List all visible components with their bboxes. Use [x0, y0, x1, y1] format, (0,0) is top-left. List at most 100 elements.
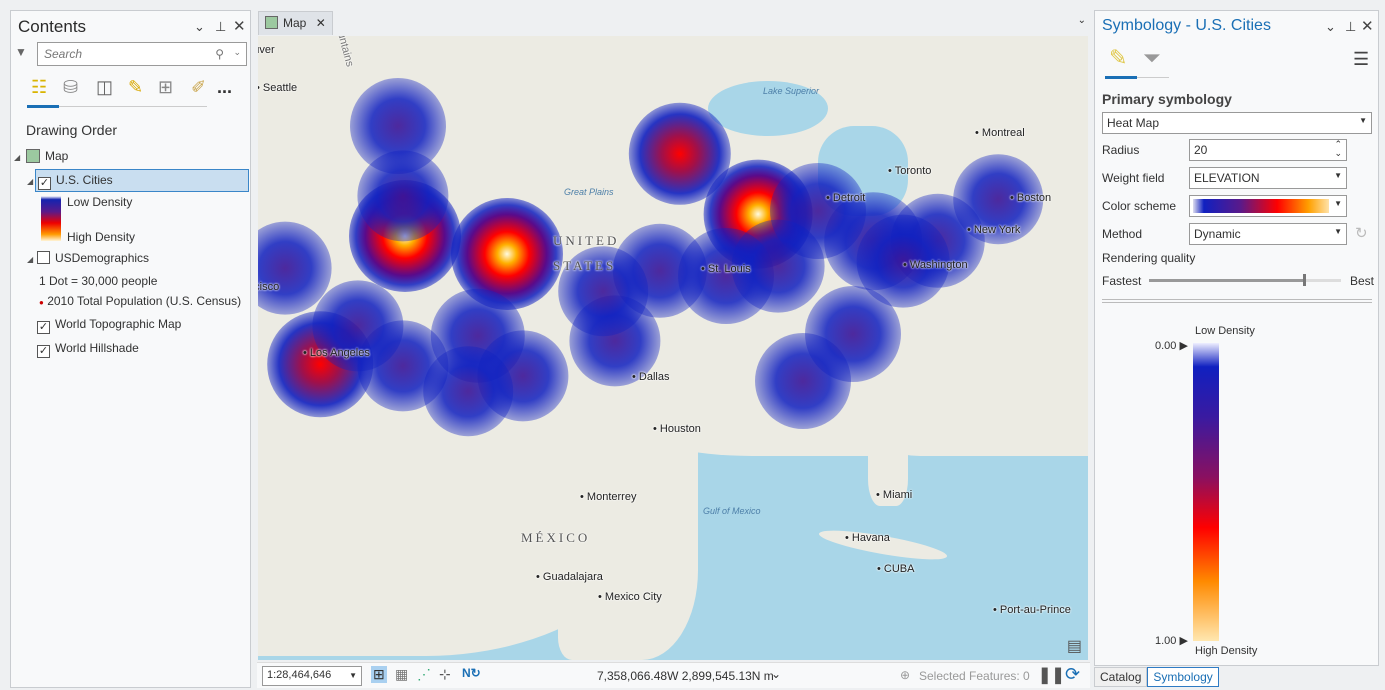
- refresh-icon[interactable]: ⟳: [1065, 664, 1080, 685]
- close-icon[interactable]: ✕: [316, 16, 326, 30]
- map-label-washington: • Washington: [903, 259, 968, 271]
- layer-name: USDemographics: [55, 251, 150, 265]
- search-placeholder: Search: [44, 47, 83, 61]
- legend-high-label: High Density: [1195, 645, 1258, 657]
- radius-input[interactable]: 20 ⌃ ⌄: [1189, 139, 1347, 161]
- menu-icon[interactable]: ☰: [1353, 49, 1369, 70]
- map-label-vancouver: • Vancouver: [258, 44, 275, 56]
- checkbox[interactable]: [37, 251, 50, 264]
- map-label-lake-superior: Lake Superior: [763, 86, 820, 96]
- layer-world-topographic[interactable]: ✓ World Topographic Map: [37, 317, 181, 334]
- drawing-order-icon[interactable]: ☷: [31, 77, 47, 98]
- symbology-type-select[interactable]: Heat Map ▼: [1102, 112, 1372, 134]
- refresh-icon[interactable]: ↻: [1355, 224, 1368, 242]
- filter-icon[interactable]: ⏷: [1143, 45, 1161, 71]
- map-label-miami: • Miami: [876, 489, 913, 501]
- map-label-san-francisco: • San Francisco: [258, 281, 280, 293]
- splitter[interactable]: [1102, 299, 1372, 303]
- pin-icon[interactable]: ⊥: [1345, 19, 1356, 35]
- chevron-down-icon: ▼: [1334, 171, 1342, 180]
- basemap-icon[interactable]: ▤: [1067, 636, 1082, 656]
- chevron-down-icon[interactable]: ⌄: [1078, 15, 1086, 26]
- tab-catalog[interactable]: Catalog: [1094, 667, 1148, 687]
- divider: [1137, 77, 1169, 78]
- dot-density-note: 1 Dot = 30,000 people: [39, 274, 158, 288]
- map-icon: [265, 16, 278, 29]
- map-node-label: Map: [45, 149, 69, 163]
- layer-us-cities[interactable]: ✓ U.S. Cities: [35, 169, 249, 192]
- method-label: Method: [1102, 227, 1143, 241]
- quality-slider-thumb[interactable]: [1302, 274, 1306, 286]
- expand-icon[interactable]: ◢: [27, 255, 33, 264]
- checkbox[interactable]: ✓: [37, 321, 50, 334]
- weight-field-select[interactable]: ELEVATION ▼: [1189, 167, 1347, 189]
- map-status-bar: 1:28,464,646 ▼ ⊞ ▦ ⋰ ⊹ N↻ 7,358,066.48W 2…: [257, 662, 1090, 688]
- grid-icon[interactable]: ▦: [395, 666, 408, 683]
- tick-low: 0.00 ▶: [1155, 340, 1188, 352]
- legend-item-label: 2010 Total Population (U.S. Census): [47, 294, 242, 308]
- tab-map[interactable]: Map ✕: [258, 11, 333, 35]
- pencil-icon[interactable]: ✎: [128, 77, 143, 98]
- scale-value: 1:28,464,646: [267, 669, 332, 681]
- add-grid-icon[interactable]: ⊞: [158, 77, 173, 98]
- map-label-houston: • Houston: [653, 423, 701, 435]
- contents-title: Contents: [18, 17, 87, 36]
- chevron-down-icon[interactable]: ⌄: [194, 19, 205, 35]
- symbology-type-value: Heat Map: [1107, 116, 1160, 130]
- chevron-down-icon[interactable]: ⌄: [233, 47, 241, 58]
- stepper-icon[interactable]: ⌃ ⌄: [1334, 140, 1342, 158]
- drawing-order-heading: Drawing Order: [26, 122, 118, 138]
- map-label-toronto: • Toronto: [888, 165, 932, 177]
- label-icon[interactable]: ✐: [191, 77, 206, 98]
- search-input[interactable]: Search ⚲ ⌄: [37, 42, 247, 66]
- constraints-icon[interactable]: ⋰: [417, 666, 431, 683]
- close-icon[interactable]: ✕: [1361, 17, 1374, 35]
- map-label-states: STATES: [553, 258, 617, 273]
- select-zoom-icon[interactable]: ⊕: [900, 668, 910, 682]
- pin-icon[interactable]: ⊥: [215, 19, 226, 35]
- best-label: Best: [1350, 274, 1375, 288]
- data-source-icon[interactable]: ⛁: [63, 77, 78, 98]
- active-tab-indicator: [1105, 76, 1137, 79]
- checkbox[interactable]: ✓: [37, 345, 50, 358]
- scale-select[interactable]: 1:28,464,646 ▼: [262, 666, 362, 686]
- map-label-havana: • Havana: [845, 532, 890, 544]
- checkbox[interactable]: ✓: [38, 177, 51, 190]
- divider: [59, 106, 207, 107]
- coordinates-readout: 7,358,066.48W 2,899,545.13N m: [597, 669, 774, 683]
- snapping-icon[interactable]: ⊞: [371, 666, 387, 683]
- legend-low-label: Low Density: [67, 195, 133, 209]
- chevron-down-icon: ▼: [349, 671, 357, 680]
- color-scheme-select[interactable]: ▼: [1189, 195, 1347, 217]
- layer-usdemographics[interactable]: USDemographics: [37, 251, 149, 265]
- bottom-tabs: Catalog Symbology: [1094, 667, 1219, 687]
- land-east: [878, 356, 1088, 456]
- north-arrow-icon[interactable]: N↻: [462, 666, 481, 680]
- more-icon[interactable]: ...: [217, 77, 232, 98]
- method-select[interactable]: Dynamic ▼: [1189, 223, 1347, 245]
- filter-icon[interactable]: ▼: [15, 45, 27, 59]
- tab-symbology[interactable]: Symbology: [1147, 667, 1219, 687]
- crosshair-icon[interactable]: ⊹: [439, 666, 451, 683]
- primary-symbology-icon[interactable]: ✎: [1109, 45, 1127, 71]
- quality-slider[interactable]: [1149, 274, 1341, 286]
- map-canvas[interactable]: • Vancouver • Seattle Lake Superior • Montr…: [258, 36, 1088, 660]
- map-node[interactable]: Map: [26, 149, 68, 163]
- map-label-dallas: • Dallas: [632, 371, 670, 383]
- map-label-boston: • Boston: [1010, 192, 1052, 204]
- search-icon[interactable]: ⚲: [215, 47, 224, 61]
- chevron-down-icon: ▼: [1334, 227, 1342, 236]
- expand-icon[interactable]: ◢: [14, 153, 20, 162]
- chevron-down-icon[interactable]: ⌄: [1325, 19, 1336, 35]
- chevron-down-icon[interactable]: ⌄: [771, 667, 781, 681]
- layer-world-hillshade[interactable]: ✓ World Hillshade: [37, 341, 139, 358]
- map-icon[interactable]: ◫: [96, 77, 113, 98]
- close-icon[interactable]: ✕: [233, 17, 246, 35]
- map-label-mexico-city: • Mexico City: [598, 591, 662, 603]
- layer-name: U.S. Cities: [56, 173, 113, 187]
- pause-icon[interactable]: ❚❚: [1038, 665, 1065, 685]
- map-label-united: UNITED: [553, 233, 620, 248]
- expand-icon[interactable]: ◢: [27, 177, 33, 186]
- selected-features[interactable]: Selected Features: 0: [919, 669, 1030, 683]
- map-view: Map ✕ ⌄ • Vancouver • Seattle Lake Superio…: [257, 10, 1092, 688]
